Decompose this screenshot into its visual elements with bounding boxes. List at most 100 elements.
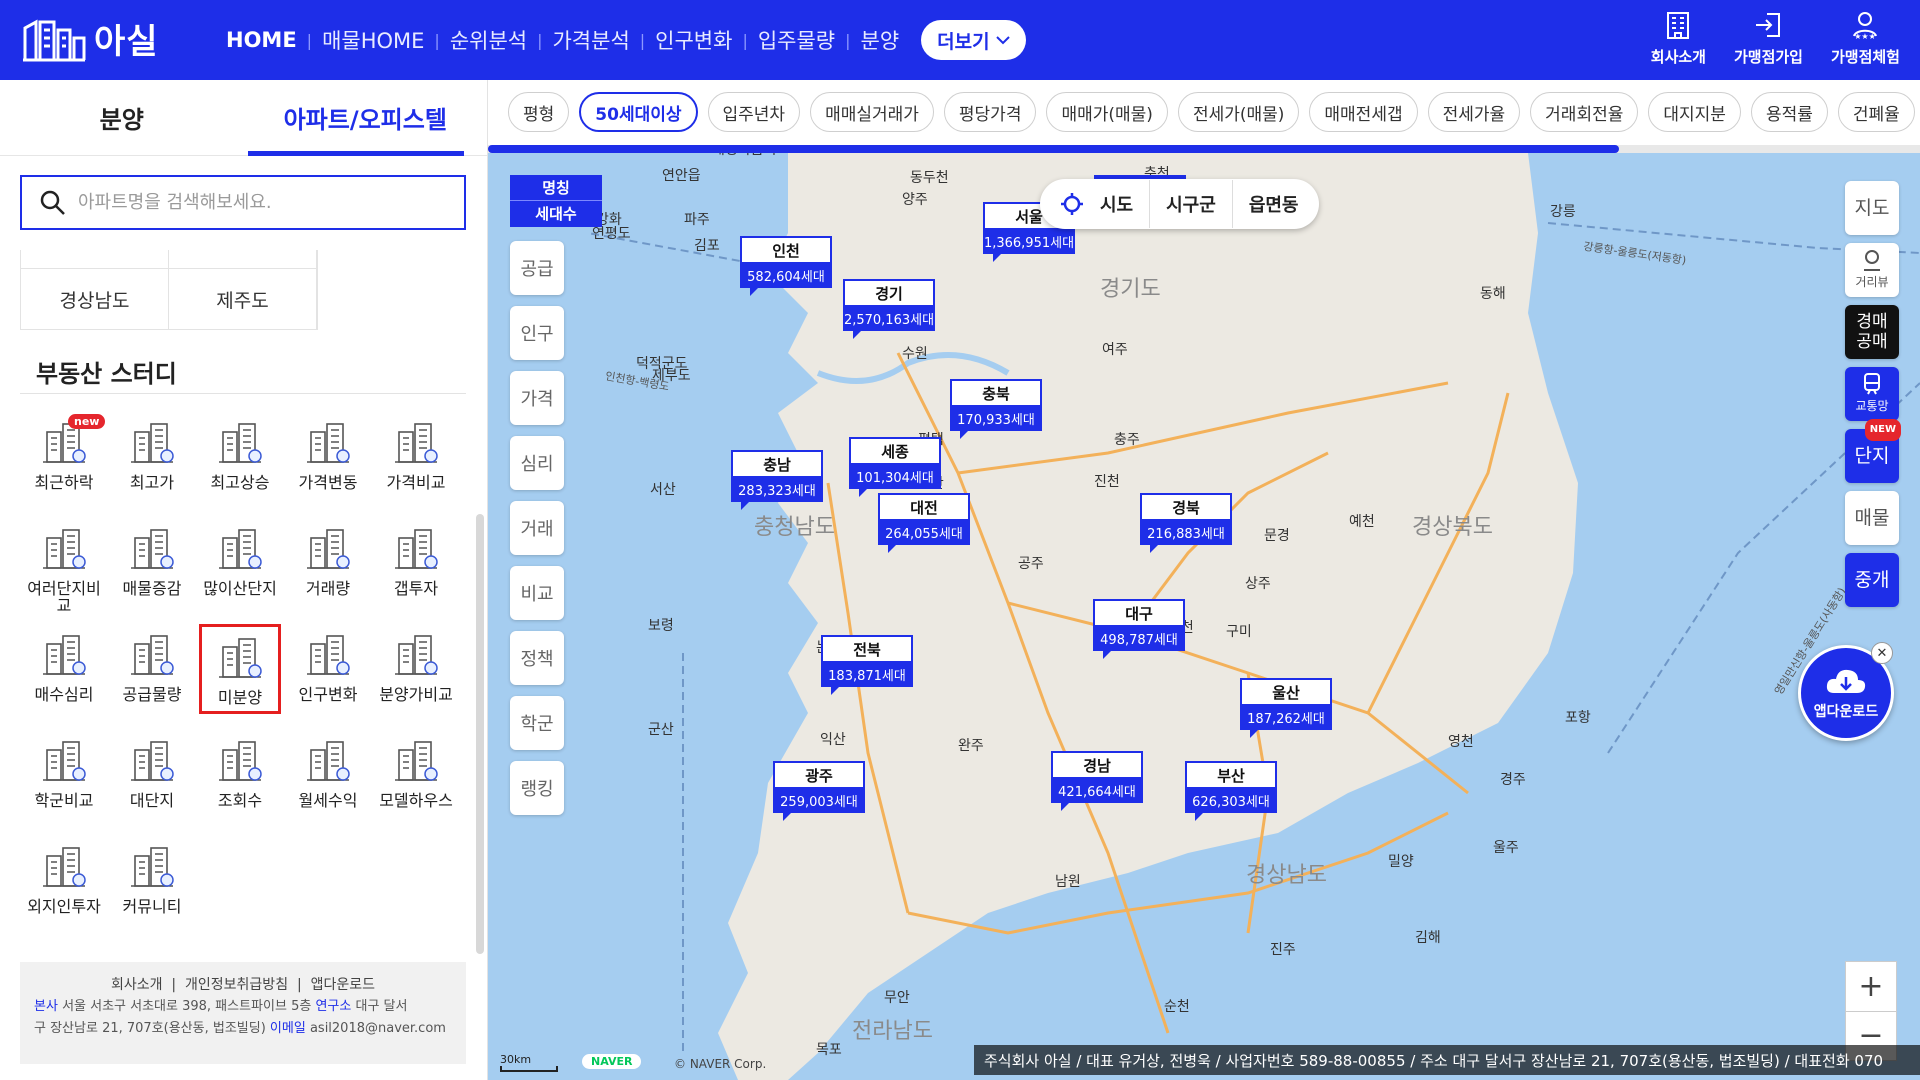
study-item[interactable]: 매물증감 xyxy=(108,518,196,608)
tab-presale[interactable]: 분양 xyxy=(0,80,244,155)
region-marker[interactable]: 충남 283,323세대 xyxy=(731,450,823,510)
listing-button[interactable]: 매물 xyxy=(1845,491,1899,545)
study-item[interactable]: 모델하우스 xyxy=(372,730,460,820)
broker-button[interactable]: 중개 xyxy=(1845,553,1899,607)
nav-supply[interactable]: 입주물량 xyxy=(748,25,845,55)
study-item[interactable]: 가격비교 xyxy=(372,412,460,502)
map-side-button[interactable]: 학군 xyxy=(510,696,564,750)
region-marker[interactable]: 울산 187,262세대 xyxy=(1240,678,1332,738)
filter-chip[interactable]: 전세가율 xyxy=(1427,92,1521,132)
study-item[interactable]: 많이산단지 xyxy=(196,518,284,608)
region-marker[interactable]: 경북 216,883세대 xyxy=(1140,493,1232,553)
study-item[interactable]: 최고가 xyxy=(108,412,196,502)
footer-link-company[interactable]: 회사소개 xyxy=(111,977,163,993)
region-marker[interactable]: 부산 626,303세대 xyxy=(1185,761,1277,821)
street-view-button[interactable]: 거리뷰 xyxy=(1845,243,1899,297)
level-sido[interactable]: 시도 xyxy=(1100,191,1133,217)
map-side-button[interactable]: 인구 xyxy=(510,306,564,360)
study-item[interactable]: 갭투자 xyxy=(372,518,460,608)
filter-chip[interactable]: 건폐율 xyxy=(1837,92,1915,132)
nav-population[interactable]: 인구변화 xyxy=(645,25,742,55)
footer-link-privacy[interactable]: 개인정보취급방침 xyxy=(185,977,288,993)
map-side-button[interactable]: 정책 xyxy=(510,631,564,685)
map-side-button[interactable]: 심리 xyxy=(510,436,564,490)
study-item[interactable]: 학군비교 xyxy=(20,730,108,820)
map-place-label: 익산 xyxy=(820,732,846,748)
footer-link-app[interactable]: 앱다운로드 xyxy=(311,977,375,993)
map-side-button[interactable]: 공급 xyxy=(510,241,564,295)
study-item[interactable]: 여러단지비교 xyxy=(20,518,108,614)
franchise-trial-button[interactable]: ★★★ 가맹점체험 xyxy=(1831,10,1900,67)
study-item[interactable]: 월세수익 xyxy=(284,730,372,820)
study-item-label: 조회수 xyxy=(217,791,263,810)
map-copyright: © NAVER Corp. xyxy=(674,1057,767,1071)
map-type-button[interactable]: 지도 xyxy=(1845,181,1899,235)
filter-chip[interactable]: 평당가격 xyxy=(943,92,1037,132)
region-marker[interactable]: 경남 421,664세대 xyxy=(1051,751,1143,811)
filter-scroll-bar[interactable] xyxy=(488,145,1920,153)
nav-price[interactable]: 가격분석 xyxy=(542,25,639,55)
nav-presale[interactable]: 분양 xyxy=(851,25,910,55)
study-item[interactable]: 커뮤니티 xyxy=(108,836,196,926)
study-item[interactable]: new 최근하락 xyxy=(20,412,108,502)
region-marker[interactable]: 대구 498,787세대 xyxy=(1093,599,1185,659)
map-view[interactable]: 개성특급시연안읍동두천춘천양주강화파주강릉김포연평도성남경기도여주동해수원제부도… xyxy=(488,153,1920,1080)
region-marker[interactable]: 충북 170,933세대 xyxy=(950,379,1042,439)
region-marker[interactable]: 경기 2,570,163세대 xyxy=(843,279,935,339)
filter-chip[interactable]: 거래회전율 xyxy=(1530,92,1639,132)
transit-button[interactable]: 교통망 xyxy=(1845,367,1899,421)
filter-chip[interactable]: 50세대이상 xyxy=(579,92,698,132)
level-eupmyeondong[interactable]: 읍면동 xyxy=(1249,191,1299,217)
franchise-join-button[interactable]: 가맹점가입 xyxy=(1734,10,1803,67)
region-marker[interactable]: 세종 101,304세대 xyxy=(849,437,941,497)
region-marker[interactable]: 인천 582,604세대 xyxy=(740,236,832,296)
filter-chip[interactable]: 매매실거래가 xyxy=(810,92,934,132)
company-intro-button[interactable]: 회사소개 xyxy=(1651,10,1706,67)
study-item[interactable]: 최고상승 xyxy=(196,412,284,502)
search-box[interactable] xyxy=(20,175,466,230)
map-side-button[interactable]: 거래 xyxy=(510,501,564,555)
study-item[interactable]: 인구변화 xyxy=(284,624,372,714)
complex-button[interactable]: NEW 단지 xyxy=(1845,419,1901,483)
filter-chip[interactable]: 입주년차 xyxy=(707,92,801,132)
scrollbar[interactable] xyxy=(476,514,484,954)
zoom-in-button[interactable]: + xyxy=(1846,962,1896,1012)
study-item[interactable]: 거래량 xyxy=(284,518,372,608)
study-item[interactable]: 외지인투자 xyxy=(20,836,108,926)
filter-chip[interactable]: 평형 xyxy=(508,92,570,132)
study-item[interactable]: 분양가비교 xyxy=(372,624,460,714)
filter-chip[interactable]: 전세가(매물) xyxy=(1177,92,1300,132)
close-icon[interactable]: ✕ xyxy=(1871,642,1893,664)
nav-ranking[interactable]: 순위분석 xyxy=(440,25,537,55)
study-item[interactable]: 공급물량 xyxy=(108,624,196,714)
region-jeju[interactable]: 제주도 xyxy=(169,269,317,329)
nav-home[interactable]: HOME xyxy=(216,28,307,52)
region-gyeongnam[interactable]: 경상남도 xyxy=(21,269,169,329)
study-item[interactable]: 대단지 xyxy=(108,730,196,820)
region-marker[interactable]: 광주 259,003세대 xyxy=(773,761,865,821)
filter-chip[interactable]: 대지지분 xyxy=(1648,92,1741,132)
nav-listing-home[interactable]: 매물HOME xyxy=(312,25,434,55)
study-item[interactable]: 가격변동 xyxy=(284,412,372,502)
crosshair-icon[interactable] xyxy=(1060,192,1084,216)
study-item-icon xyxy=(391,524,441,574)
study-item[interactable]: 매수심리 xyxy=(20,624,108,714)
logo[interactable]: 아실 xyxy=(22,14,159,63)
app-download-button[interactable]: ✕ 앱다운로드 xyxy=(1798,642,1894,741)
tab-apartment[interactable]: 아파트/오피스텔 xyxy=(244,80,488,155)
auction-button[interactable]: 경매 공매 xyxy=(1845,305,1899,359)
level-sigungu[interactable]: 시구군 xyxy=(1166,191,1216,217)
region-marker[interactable]: 대전 264,055세대 xyxy=(878,493,970,553)
filter-chip[interactable]: 매매가(매물) xyxy=(1046,92,1168,132)
map-side-button[interactable]: 랭킹 xyxy=(510,761,564,815)
map-side-button[interactable]: 비교 xyxy=(510,566,564,620)
map-side-button[interactable]: 가격 xyxy=(510,371,564,425)
study-item[interactable]: 조회수 xyxy=(196,730,284,820)
study-item-label: 외지인투자 xyxy=(27,897,101,916)
search-input[interactable] xyxy=(78,192,418,213)
filter-chip[interactable]: 매매전세갭 xyxy=(1309,92,1418,132)
region-marker[interactable]: 전북 183,871세대 xyxy=(821,635,913,695)
study-item[interactable]: 미분양 xyxy=(199,624,281,714)
filter-chip[interactable]: 용적률 xyxy=(1750,92,1828,132)
more-button[interactable]: 더보기 xyxy=(921,20,1026,60)
